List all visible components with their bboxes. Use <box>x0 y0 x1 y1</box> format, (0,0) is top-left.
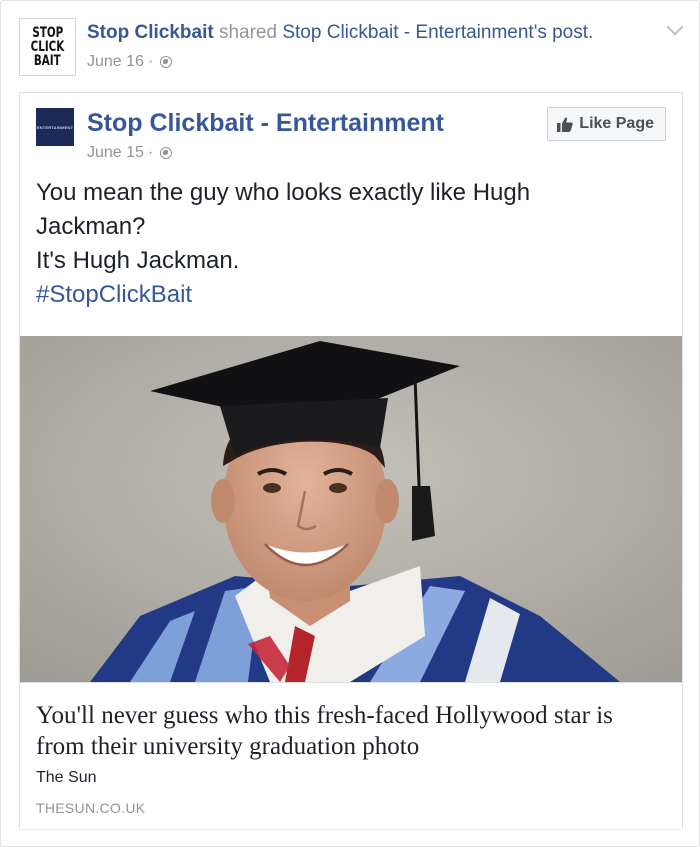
share-meta: June 16 · <box>87 53 173 71</box>
link-title[interactable]: You'll never guess who this fresh-faced … <box>36 700 666 762</box>
original-post: ENTERTAINMENT Stop Clickbait - Entertain… <box>19 92 683 829</box>
stop-clickbait-logo[interactable]: STOP CLICK BAIT <box>19 18 76 76</box>
like-page-label: Like Page <box>579 115 654 132</box>
globe-icon[interactable] <box>160 147 173 159</box>
avatar-text: ENTERTAINMENT <box>36 124 74 130</box>
link-preview-image[interactable] <box>20 336 682 682</box>
logo-line-1: STOP <box>32 25 63 41</box>
post-meta: June 15 · <box>87 144 173 162</box>
page-name-link[interactable]: Stop Clickbait - Entertainment <box>87 109 444 138</box>
post-text-line-2: Jackman? <box>36 213 146 240</box>
actor-link[interactable]: Stop Clickbait <box>87 22 214 43</box>
source-post-link[interactable]: Stop Clickbait - Entertainment's post. <box>282 22 593 43</box>
link-preview[interactable]: You'll never guess who this fresh-faced … <box>20 682 682 829</box>
link-description: The Sun <box>36 769 97 786</box>
post-meta-separator: · <box>147 144 154 161</box>
post-text-line-3: It's Hugh Jackman. <box>36 247 240 274</box>
logo-line-2: CLICK <box>30 39 65 55</box>
thumbs-up-icon <box>557 117 574 132</box>
chevron-down-icon[interactable] <box>666 18 684 36</box>
post-message: You mean the guy who looks exactly like … <box>36 176 656 312</box>
share-header: Stop Clickbait shared Stop Clickbait - E… <box>87 22 593 44</box>
source-suffix: 's post. <box>533 22 594 43</box>
meta-separator: · <box>147 53 154 70</box>
share-verb: shared <box>218 22 278 43</box>
link-domain: THESUN.CO.UK <box>36 800 146 816</box>
shared-post-card: STOP CLICK BAIT Stop Clickbait shared St… <box>0 0 700 847</box>
share-date[interactable]: June 16 <box>87 53 144 71</box>
source-page-name: Stop Clickbait - Entertainment <box>282 22 534 43</box>
hashtag-link[interactable]: #StopClickBait <box>36 278 656 312</box>
logo-line-3: BAIT <box>34 53 61 69</box>
post-text-line-1: You mean the guy who looks exactly like … <box>36 179 531 206</box>
globe-icon[interactable] <box>160 56 173 68</box>
like-page-button[interactable]: Like Page <box>547 107 666 141</box>
page-avatar[interactable]: ENTERTAINMENT <box>36 108 74 146</box>
post-date[interactable]: June 15 <box>87 144 144 162</box>
